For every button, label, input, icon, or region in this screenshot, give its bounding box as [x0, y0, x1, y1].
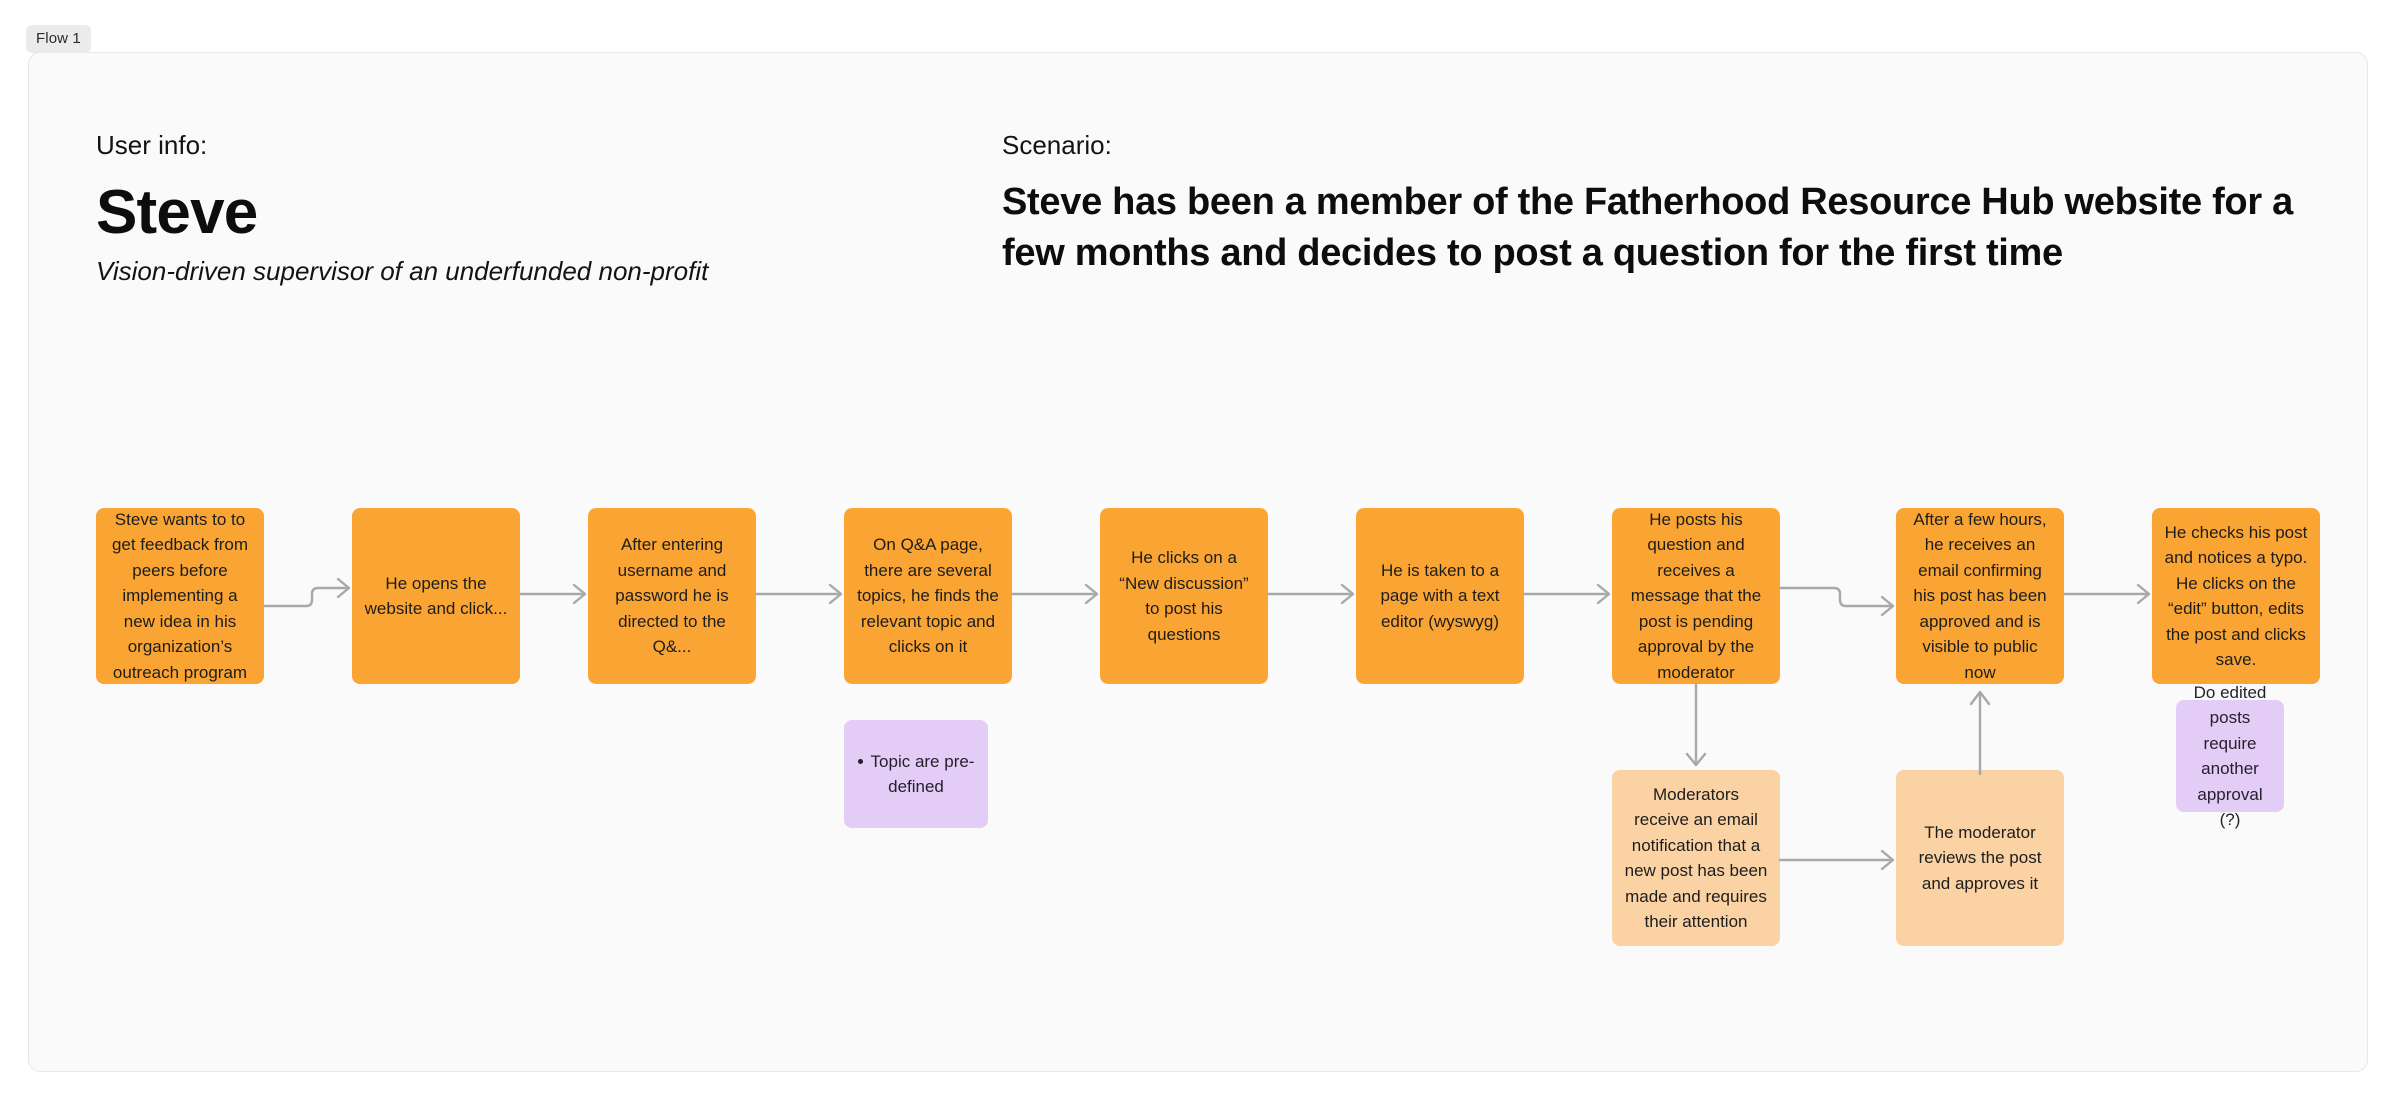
flow-step-text-8: After a few hours, he receives an email …	[1913, 509, 2047, 682]
flow-step-text-9: He checks his post and notices a typo. H…	[2164, 522, 2308, 670]
flow-step-card-8[interactable]: After a few hours, he receives an email …	[1896, 508, 2064, 684]
flow-step-card-5[interactable]: He clicks on a “New discussion” to post …	[1100, 508, 1268, 684]
connector-step7-to-step8	[1778, 586, 1895, 617]
connector-step8-to-step9	[2062, 583, 2151, 605]
user-info-name: Steve	[96, 178, 258, 248]
flow-step-card-7[interactable]: He posts his question and receives a mes…	[1612, 508, 1780, 684]
scenario-eyebrow: Scenario:	[1002, 130, 1112, 160]
scenario-block: Scenario: Steve has been a member of the…	[1002, 130, 2342, 278]
connector-moderator2-to-step8	[1969, 690, 1991, 776]
note-card-2[interactable]: Do edited posts require another approval…	[2176, 683, 2284, 829]
flow-step-text-7: He posts his question and receives a mes…	[1630, 509, 1762, 682]
connector-moderator1-to-moderator2	[1778, 849, 1895, 871]
user-info-eyebrow: User info:	[96, 130, 208, 160]
connector-step7-to-moderator1	[1685, 682, 1707, 767]
connector-step4-to-step5	[1010, 583, 1099, 605]
flow-step-text-4: On Q&A page, there are several topics, h…	[857, 535, 999, 657]
moderator-step-text-2: The moderator reviews the post and appro…	[1918, 822, 2042, 893]
frame-label-flow-1[interactable]: Flow 1	[26, 25, 91, 53]
flow-step-text-1: Steve wants to to get feedback from peer…	[111, 509, 249, 682]
user-info-block: User info: Steve Vision-driven superviso…	[96, 130, 856, 288]
bullet-dot-icon	[857, 758, 863, 764]
flow-step-card-1[interactable]: Steve wants to to get feedback from peer…	[96, 508, 264, 684]
flow-step-card-6[interactable]: He is taken to a page with a text editor…	[1356, 508, 1524, 684]
flow-step-text-2: He opens the website and click...	[364, 573, 508, 619]
connector-step2-to-step3	[518, 583, 587, 605]
flow-step-text-3: After entering username and password he …	[615, 535, 729, 657]
moderator-step-card-2[interactable]: The moderator reviews the post and appro…	[1896, 770, 2064, 946]
note-text-2: Do edited posts require another approval…	[2193, 682, 2267, 830]
note-card-1[interactable]: Topic are pre-defined	[844, 720, 988, 828]
user-info-subtitle: Vision-driven supervisor of an underfund…	[96, 256, 709, 287]
connector-step3-to-step4	[754, 583, 843, 605]
moderator-step-card-1[interactable]: Moderators receive an email notification…	[1612, 770, 1780, 946]
connector-step5-to-step6	[1266, 583, 1355, 605]
connector-step1-to-step2	[262, 577, 351, 608]
screenshot-root: Flow 1 User info: Steve Vision-driven su…	[0, 0, 2400, 1095]
connector-step6-to-step7	[1522, 583, 1611, 605]
flow-step-card-2[interactable]: He opens the website and click...	[352, 508, 520, 684]
flow-step-card-3[interactable]: After entering username and password he …	[588, 508, 756, 684]
flow-step-card-4[interactable]: On Q&A page, there are several topics, h…	[844, 508, 1012, 684]
note-text-1-value: Topic are pre-defined	[870, 751, 975, 797]
flow-step-text-5: He clicks on a “New discussion” to post …	[1119, 548, 1249, 644]
flow-step-text-6: He is taken to a page with a text editor…	[1380, 560, 1500, 631]
scenario-body: Steve has been a member of the Fatherhoo…	[1002, 181, 2293, 274]
flow-step-card-9[interactable]: He checks his post and notices a typo. H…	[2152, 508, 2320, 684]
note-text-1: Topic are pre-defined	[856, 749, 976, 800]
moderator-step-text-1: Moderators receive an email notification…	[1624, 784, 1768, 932]
